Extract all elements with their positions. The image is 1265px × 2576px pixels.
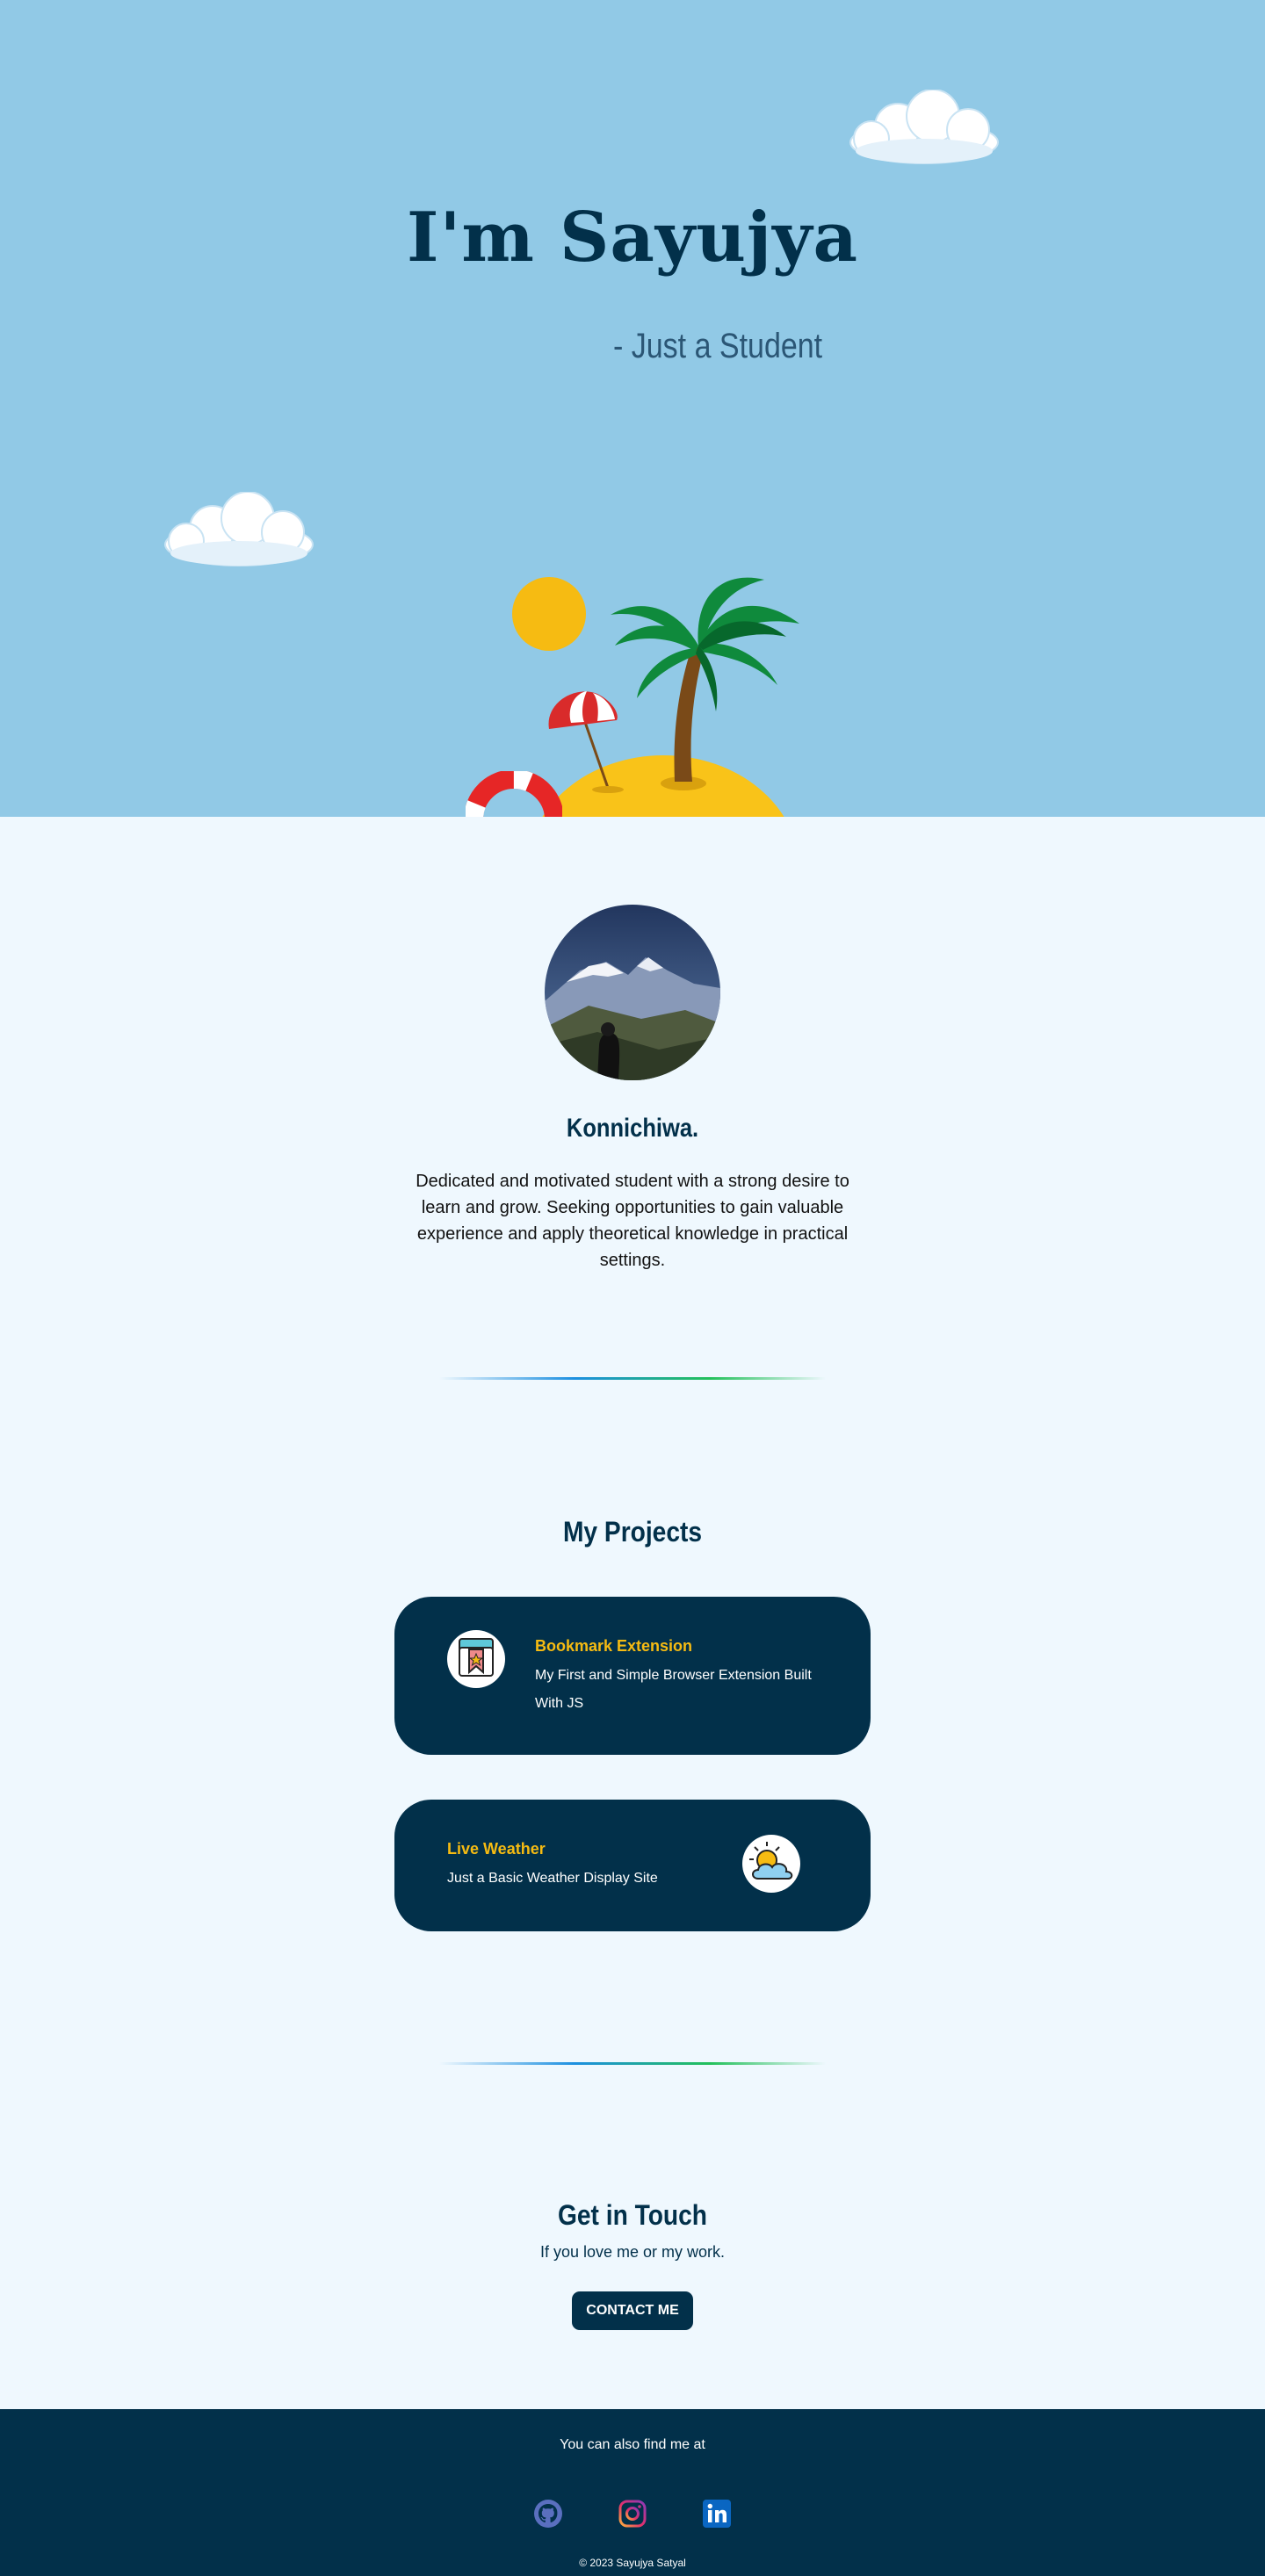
hero-subtitle: - Just a Student	[613, 327, 823, 365]
github-icon[interactable]	[533, 2499, 563, 2529]
footer-find-me-text: You can also find me at	[560, 2437, 705, 2452]
section-divider	[439, 1377, 826, 1380]
sun-illustration	[512, 577, 586, 651]
hero-section: I'm Sayujya - Just a Student	[0, 0, 1265, 817]
contact-title: Get in Touch	[557, 2199, 707, 2231]
instagram-icon[interactable]	[618, 2499, 647, 2529]
cloud-left	[164, 492, 314, 566]
copyright-text: © 2023 Sayujya Satyal	[579, 2557, 686, 2569]
project-title: Live Weather	[447, 1840, 546, 1858]
profile-photo	[545, 905, 720, 1080]
footer: You can also find me at © 2023 Sayujya S…	[0, 2409, 1265, 2576]
project-card-bookmark[interactable]: Bookmark Extension My First and Simple B…	[394, 1597, 871, 1755]
contact-subtitle: If you love me or my work.	[539, 2243, 726, 2261]
hero-title: I'm Sayujya	[406, 198, 859, 278]
contact-me-button[interactable]: CONTACT ME	[572, 2291, 693, 2330]
bookmark-icon	[447, 1630, 505, 1688]
greeting-heading: Konnichiwa.	[566, 1114, 699, 1143]
cloud-top-right	[849, 90, 999, 164]
weather-icon	[742, 1835, 800, 1893]
project-description: Just a Basic Weather Display Site	[447, 1871, 658, 1886]
projects-title: My Projects	[562, 1516, 703, 1548]
project-card-weather[interactable]: Live Weather Just a Basic Weather Displa…	[394, 1800, 871, 1931]
project-title: Bookmark Extension	[535, 1637, 693, 1655]
bio-text: Dedicated and motivated student with a s…	[416, 1172, 849, 1270]
project-description: My First and Simple Browser Extension Bu…	[535, 1668, 812, 1711]
linkedin-icon[interactable]	[702, 2499, 732, 2529]
section-divider	[439, 2062, 826, 2065]
life-ring-illustration	[466, 771, 562, 817]
